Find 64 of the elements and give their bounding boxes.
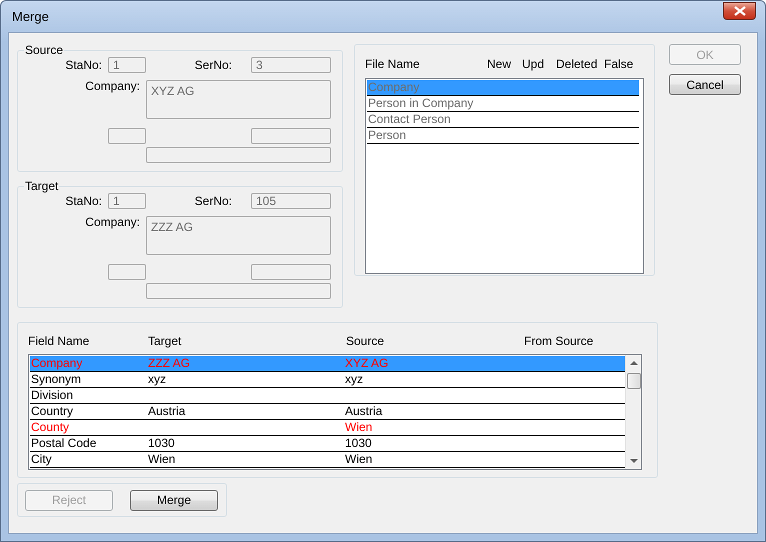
table-row[interactable]: Division [30,388,625,404]
table-cell-text: Wien [345,452,374,468]
table-row[interactable]: County Wien [30,420,625,436]
input-field[interactable]: 105 [251,193,331,209]
window-title: Merge [12,8,49,24]
list-item[interactable]: Person [367,128,639,144]
close-button[interactable] [723,2,756,20]
table-cell-text: Country [30,404,74,420]
table-row[interactable]: Postal Code 1030 1030 [30,436,625,452]
field-label: SerNo: [194,194,233,208]
input-field[interactable] [146,283,331,299]
group-label: Source [24,44,64,56]
input-field[interactable] [146,147,331,163]
input-field[interactable] [108,264,146,280]
input-field[interactable] [251,264,331,280]
scroll-down-icon[interactable] [630,459,638,464]
input-field[interactable] [251,128,331,144]
table-cell-text: Company [30,356,84,372]
table-cell-text: XYZ AG [345,356,390,372]
table-cell-text: xyz [148,372,167,388]
column-header: Target [148,334,182,348]
close-icon [734,6,746,16]
table-cell-text: Division [30,388,74,404]
table-cell-text: Austria [148,404,186,420]
group-label: Target [24,180,60,192]
table-cell-text: City [30,452,53,468]
scroll-up-icon[interactable] [630,360,638,366]
column-header: New [487,57,512,72]
scroll-thumb[interactable] [626,373,640,390]
input-field[interactable]: 1 [108,193,146,209]
input-field[interactable]: 1 [108,57,146,73]
input-field[interactable]: 3 [251,57,331,73]
table-cell-text: 1030 [345,436,373,452]
text-area[interactable]: ZZZ AG [146,216,331,255]
column-header: False [604,57,634,72]
table-cell-text: Austria [345,404,384,420]
column-header: Deleted [556,57,598,72]
column-header: Field Name [28,334,90,348]
table-cell-text: ZZZ AG [148,356,191,372]
table-row[interactable]: Country Austria Austria [30,404,625,420]
field-label: StaNo: [64,58,103,72]
table-cell-text: Postal Code [30,436,98,452]
field-label: Company: [84,215,141,230]
table-row[interactable]: City Wien Wien [30,452,625,468]
list-item[interactable]: Contact Person [367,112,639,128]
table-row[interactable]: Synonym xyz xyz [30,372,625,388]
field-label: StaNo: [64,194,103,208]
table-cell-text: Wien [148,452,176,468]
table-cell-text: 1030 [148,436,176,452]
column-header: Source [346,334,386,348]
field-label: SerNo: [194,58,233,72]
list-item[interactable]: Person in Company [367,96,639,112]
column-header: From Source [524,334,594,348]
input-field[interactable] [108,128,146,144]
table-cell-text: Wien [345,420,374,436]
cancel-button[interactable]: Cancel [669,74,741,95]
table-cell-text: Synonym [30,372,82,388]
table-cell-text: xyz [345,372,364,388]
column-header: File Name [365,57,421,72]
text-area[interactable]: XYZ AG [146,80,331,119]
table-cell-text: County [30,420,70,436]
column-header: Upd [522,57,546,72]
field-label: Company: [84,79,141,94]
merge-button[interactable]: Merge [130,490,218,510]
